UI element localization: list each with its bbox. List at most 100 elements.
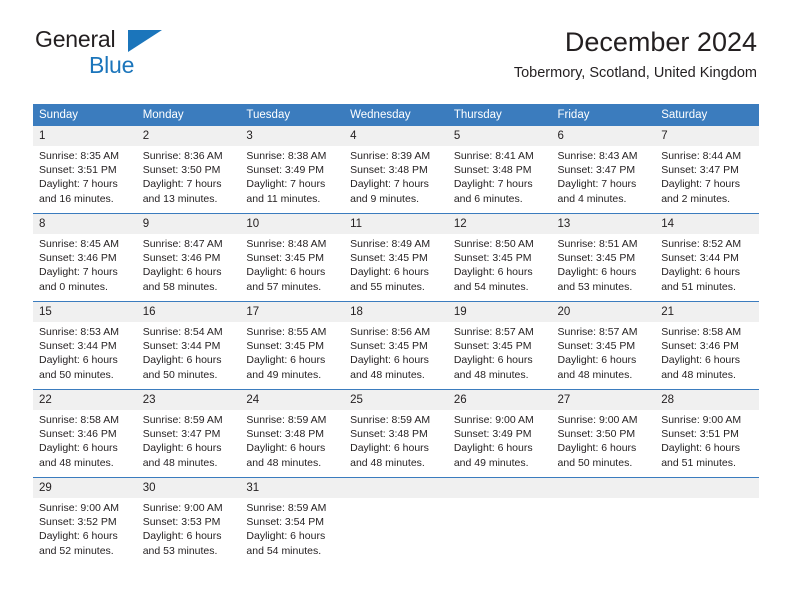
- weekday-header-thursday: Thursday: [447, 104, 552, 126]
- day-cell-details[interactable]: Sunrise: 8:35 AM Sunset: 3:51 PM Dayligh…: [33, 146, 137, 213]
- day-cell-number[interactable]: 8: [33, 214, 137, 234]
- day-cell-empty: [447, 498, 552, 565]
- sunrise-text: Sunrise: 9:00 AM: [557, 414, 638, 426]
- logo-word-general: General: [35, 26, 116, 52]
- day-cell-details[interactable]: Sunrise: 8:58 AM Sunset: 3:46 PM Dayligh…: [655, 322, 759, 389]
- day-cell-number[interactable]: 24: [240, 390, 345, 410]
- day-cell-details[interactable]: Sunrise: 8:50 AM Sunset: 3:45 PM Dayligh…: [447, 234, 552, 301]
- day-cell-number[interactable]: 6: [551, 126, 656, 146]
- sunset-text: Sunset: 3:53 PM: [142, 516, 221, 529]
- day-cell-number[interactable]: 31: [240, 478, 345, 498]
- week-2-daynumbers: 8 9 10 11 12 13 14: [33, 214, 759, 234]
- day-cell-details[interactable]: Sunrise: 8:48 AM Sunset: 3:45 PM Dayligh…: [240, 234, 345, 301]
- daylight-text: and 6 minutes.: [453, 192, 523, 205]
- day-cell-number[interactable]: 29: [33, 478, 137, 498]
- day-cell-details[interactable]: Sunrise: 8:57 AM Sunset: 3:45 PM Dayligh…: [551, 322, 656, 389]
- sunset-text: Sunset: 3:48 PM: [246, 428, 325, 441]
- day-cell-details[interactable]: Sunrise: 9:00 AM Sunset: 3:53 PM Dayligh…: [136, 498, 241, 565]
- day-cell-details[interactable]: Sunrise: 8:43 AM Sunset: 3:47 PM Dayligh…: [551, 146, 656, 213]
- day-cell-details[interactable]: Sunrise: 9:00 AM Sunset: 3:50 PM Dayligh…: [551, 410, 656, 477]
- day-cell-number[interactable]: 11: [344, 214, 448, 234]
- day-cell-number[interactable]: 7: [655, 126, 759, 146]
- day-cell-details[interactable]: Sunrise: 8:56 AM Sunset: 3:45 PM Dayligh…: [344, 322, 448, 389]
- day-cell-details[interactable]: Sunrise: 8:59 AM Sunset: 3:54 PM Dayligh…: [240, 498, 345, 565]
- day-cell-number[interactable]: 20: [551, 302, 656, 322]
- day-cell-number[interactable]: 5: [447, 126, 552, 146]
- day-cell-number[interactable]: 10: [240, 214, 345, 234]
- day-cell-details[interactable]: Sunrise: 8:55 AM Sunset: 3:45 PM Dayligh…: [240, 322, 345, 389]
- daylight-text: and 51 minutes.: [661, 280, 736, 293]
- sunset-text: Sunset: 3:44 PM: [661, 252, 739, 265]
- day-cell-number[interactable]: 13: [551, 214, 656, 234]
- day-cell-details[interactable]: Sunrise: 9:00 AM Sunset: 3:49 PM Dayligh…: [447, 410, 552, 477]
- day-cell-number[interactable]: 12: [447, 214, 552, 234]
- day-cell-number[interactable]: 16: [136, 302, 241, 322]
- sunrise-text: Sunrise: 8:51 AM: [557, 238, 638, 250]
- day-cell-details[interactable]: Sunrise: 8:38 AM Sunset: 3:49 PM Dayligh…: [240, 146, 345, 213]
- daylight-text: Daylight: 6 hours: [246, 530, 326, 543]
- day-cell-details[interactable]: Sunrise: 8:54 AM Sunset: 3:44 PM Dayligh…: [136, 322, 241, 389]
- sunrise-text: Sunrise: 8:45 AM: [39, 238, 119, 250]
- generalblue-logo[interactable]: General Blue: [35, 28, 235, 80]
- day-cell-details[interactable]: Sunrise: 8:52 AM Sunset: 3:44 PM Dayligh…: [655, 234, 759, 301]
- day-cell-details[interactable]: Sunrise: 8:51 AM Sunset: 3:45 PM Dayligh…: [551, 234, 656, 301]
- day-cell-number[interactable]: 28: [655, 390, 759, 410]
- sunrise-text: Sunrise: 8:54 AM: [142, 326, 223, 338]
- day-cell-details[interactable]: Sunrise: 8:49 AM Sunset: 3:45 PM Dayligh…: [344, 234, 448, 301]
- day-cell-details[interactable]: Sunrise: 8:59 AM Sunset: 3:47 PM Dayligh…: [136, 410, 241, 477]
- daylight-text: Daylight: 6 hours: [557, 442, 637, 455]
- day-cell-number[interactable]: 2: [136, 126, 241, 146]
- day-cell-details[interactable]: Sunrise: 8:59 AM Sunset: 3:48 PM Dayligh…: [240, 410, 345, 477]
- day-cell-details[interactable]: Sunrise: 8:47 AM Sunset: 3:46 PM Dayligh…: [136, 234, 241, 301]
- daylight-text: and 55 minutes.: [350, 280, 425, 293]
- day-cell-number[interactable]: 19: [447, 302, 552, 322]
- sunrise-text: Sunrise: 8:44 AM: [661, 150, 742, 162]
- day-cell-number[interactable]: 4: [344, 126, 448, 146]
- day-cell-details[interactable]: Sunrise: 8:41 AM Sunset: 3:48 PM Dayligh…: [447, 146, 552, 213]
- day-cell-number[interactable]: 30: [136, 478, 241, 498]
- day-cell-number[interactable]: 17: [240, 302, 345, 322]
- daylight-text: Daylight: 6 hours: [661, 266, 741, 279]
- day-cell-details[interactable]: Sunrise: 8:57 AM Sunset: 3:45 PM Dayligh…: [447, 322, 552, 389]
- day-cell-number[interactable]: 3: [240, 126, 345, 146]
- sunrise-text: Sunrise: 8:43 AM: [557, 150, 638, 162]
- sunset-text: Sunset: 3:45 PM: [557, 252, 636, 265]
- day-cell-number[interactable]: 9: [136, 214, 241, 234]
- day-cell-number[interactable]: 21: [655, 302, 759, 322]
- weekday-header-wednesday: Wednesday: [344, 104, 448, 126]
- day-cell-number[interactable]: 15: [33, 302, 137, 322]
- day-cell-number[interactable]: 23: [136, 390, 241, 410]
- day-cell-number[interactable]: 25: [344, 390, 448, 410]
- sunrise-text: Sunrise: 8:48 AM: [246, 238, 327, 250]
- day-cell-details[interactable]: Sunrise: 8:45 AM Sunset: 3:46 PM Dayligh…: [33, 234, 137, 301]
- day-cell-details[interactable]: Sunrise: 9:00 AM Sunset: 3:52 PM Dayligh…: [33, 498, 137, 565]
- sunrise-text: Sunrise: 8:53 AM: [39, 326, 119, 338]
- day-cell-number[interactable]: 22: [33, 390, 137, 410]
- day-cell-details[interactable]: Sunrise: 8:39 AM Sunset: 3:48 PM Dayligh…: [344, 146, 448, 213]
- page-title: December 2024: [564, 27, 757, 57]
- weekday-header-sunday: Sunday: [33, 104, 137, 126]
- daylight-text: and 48 minutes.: [142, 456, 218, 469]
- day-cell-number[interactable]: 27: [551, 390, 656, 410]
- daylight-text: Daylight: 6 hours: [39, 530, 118, 543]
- day-cell-number[interactable]: 1: [33, 126, 137, 146]
- daylight-text: and 4 minutes.: [557, 192, 627, 205]
- day-cell-details[interactable]: Sunrise: 8:36 AM Sunset: 3:50 PM Dayligh…: [136, 146, 241, 213]
- day-cell-number[interactable]: 18: [344, 302, 448, 322]
- week-3-daynumbers: 15 16 17 18 19 20 21: [33, 302, 759, 322]
- daylight-text: and 48 minutes.: [557, 368, 633, 381]
- day-cell-empty: [655, 478, 759, 498]
- daylight-text: and 48 minutes.: [39, 456, 114, 469]
- day-cell-details[interactable]: Sunrise: 8:44 AM Sunset: 3:47 PM Dayligh…: [655, 146, 759, 213]
- daylight-text: Daylight: 7 hours: [142, 178, 222, 191]
- daylight-text: Daylight: 6 hours: [453, 354, 533, 367]
- day-cell-number[interactable]: 26: [447, 390, 552, 410]
- daylight-text: and 0 minutes.: [39, 280, 108, 293]
- daylight-text: Daylight: 6 hours: [350, 354, 429, 367]
- day-cell-details[interactable]: Sunrise: 9:00 AM Sunset: 3:51 PM Dayligh…: [655, 410, 759, 477]
- daylight-text: Daylight: 6 hours: [453, 266, 533, 279]
- day-cell-number[interactable]: 14: [655, 214, 759, 234]
- day-cell-details[interactable]: Sunrise: 8:58 AM Sunset: 3:46 PM Dayligh…: [33, 410, 137, 477]
- day-cell-details[interactable]: Sunrise: 8:59 AM Sunset: 3:48 PM Dayligh…: [344, 410, 448, 477]
- day-cell-details[interactable]: Sunrise: 8:53 AM Sunset: 3:44 PM Dayligh…: [33, 322, 137, 389]
